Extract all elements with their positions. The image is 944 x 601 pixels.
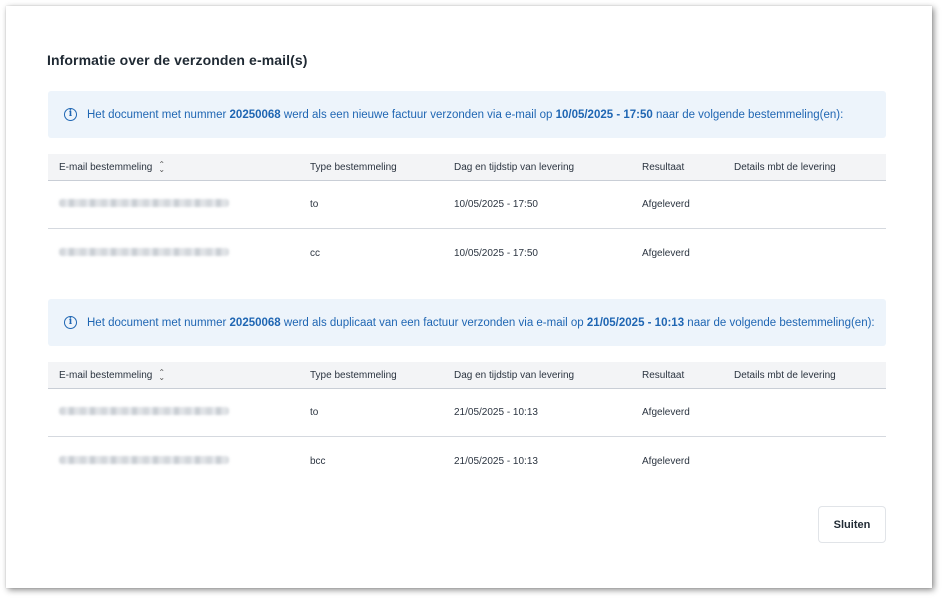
column-header-date: Dag en tijdstip van levering xyxy=(454,161,575,173)
column-header-type: Type bestemmeling xyxy=(310,161,397,173)
delivery-datetime: 21/05/2025 - 10:13 xyxy=(454,407,538,418)
sent-datetime: 21/05/2025 - 10:13 xyxy=(586,316,685,329)
info-banner-new-invoice: i Het document met nummer 20250068 werd … xyxy=(48,91,886,138)
email-address-redacted xyxy=(59,455,229,467)
column-header-result: Resultaat xyxy=(642,369,685,381)
column-header-type: Type bestemmeling xyxy=(310,369,397,381)
info-text: Het document met nummer 20250068 werd al… xyxy=(87,316,875,329)
recipients-table-new-invoice: E-mail bestemmeling ⌃ ⌄ Type bestemmeling … xyxy=(48,154,886,277)
delivery-result: Afgeleverd xyxy=(642,455,690,467)
info-text: Het document met nummer 20250068 werd al… xyxy=(87,108,844,121)
dialog-title: Informatie over de verzonden e-mail(s) xyxy=(47,52,308,68)
recipients-table-duplicate-invoice: E-mail bestemmeling ⌃ ⌄ Type bestemmeling … xyxy=(48,362,886,485)
email-address-redacted xyxy=(59,199,229,210)
column-header-date: Dag en tijdstip van levering xyxy=(454,369,575,381)
sort-icon[interactable]: ⌃ ⌄ xyxy=(158,160,165,173)
recipient-type: to xyxy=(310,199,319,210)
delivery-datetime: 10/05/2025 - 17:50 xyxy=(454,247,538,259)
delivery-datetime: 21/05/2025 - 10:13 xyxy=(454,455,538,467)
column-header-email[interactable]: E-mail bestemmeling ⌃ ⌄ xyxy=(59,160,165,173)
delivery-result: Afgeleverd xyxy=(642,199,690,210)
column-header-details: Details mbt de levering xyxy=(734,369,836,381)
close-button[interactable]: Sluiten xyxy=(818,506,886,543)
email-address-redacted xyxy=(59,247,229,259)
email-info-dialog: Informatie over de verzonden e-mail(s) i… xyxy=(6,6,932,588)
recipient-type: bcc xyxy=(310,455,326,467)
sent-datetime: 10/05/2025 - 17:50 xyxy=(555,108,653,121)
document-number: 20250068 xyxy=(229,108,281,121)
document-number: 20250068 xyxy=(229,316,281,329)
table-row: to 21/05/2025 - 10:13 Afgeleverd xyxy=(48,389,886,437)
info-banner-duplicate-invoice: i Het document met nummer 20250068 werd … xyxy=(48,299,886,346)
table-row: cc 10/05/2025 - 17:50 Afgeleverd xyxy=(48,229,886,277)
table-row: to 10/05/2025 - 17:50 Afgeleverd xyxy=(48,181,886,229)
email-address-redacted xyxy=(59,407,229,418)
info-icon: i xyxy=(64,108,77,121)
info-icon: i xyxy=(64,316,77,329)
recipient-type: cc xyxy=(310,247,320,259)
delivery-datetime: 10/05/2025 - 17:50 xyxy=(454,199,538,210)
recipient-type: to xyxy=(310,407,319,418)
table-header: E-mail bestemmeling ⌃ ⌄ Type bestemmeling … xyxy=(48,154,886,181)
table-row: bcc 21/05/2025 - 10:13 Afgeleverd xyxy=(48,437,886,485)
delivery-result: Afgeleverd xyxy=(642,407,690,418)
delivery-result: Afgeleverd xyxy=(642,247,690,259)
sort-icon[interactable]: ⌃ ⌄ xyxy=(158,368,165,381)
table-header: E-mail bestemmeling ⌃ ⌄ Type bestemmeling … xyxy=(48,362,886,389)
column-header-result: Resultaat xyxy=(642,161,685,173)
column-header-email[interactable]: E-mail bestemmeling ⌃ ⌄ xyxy=(59,368,165,381)
column-header-details: Details mbt de levering xyxy=(734,161,836,173)
